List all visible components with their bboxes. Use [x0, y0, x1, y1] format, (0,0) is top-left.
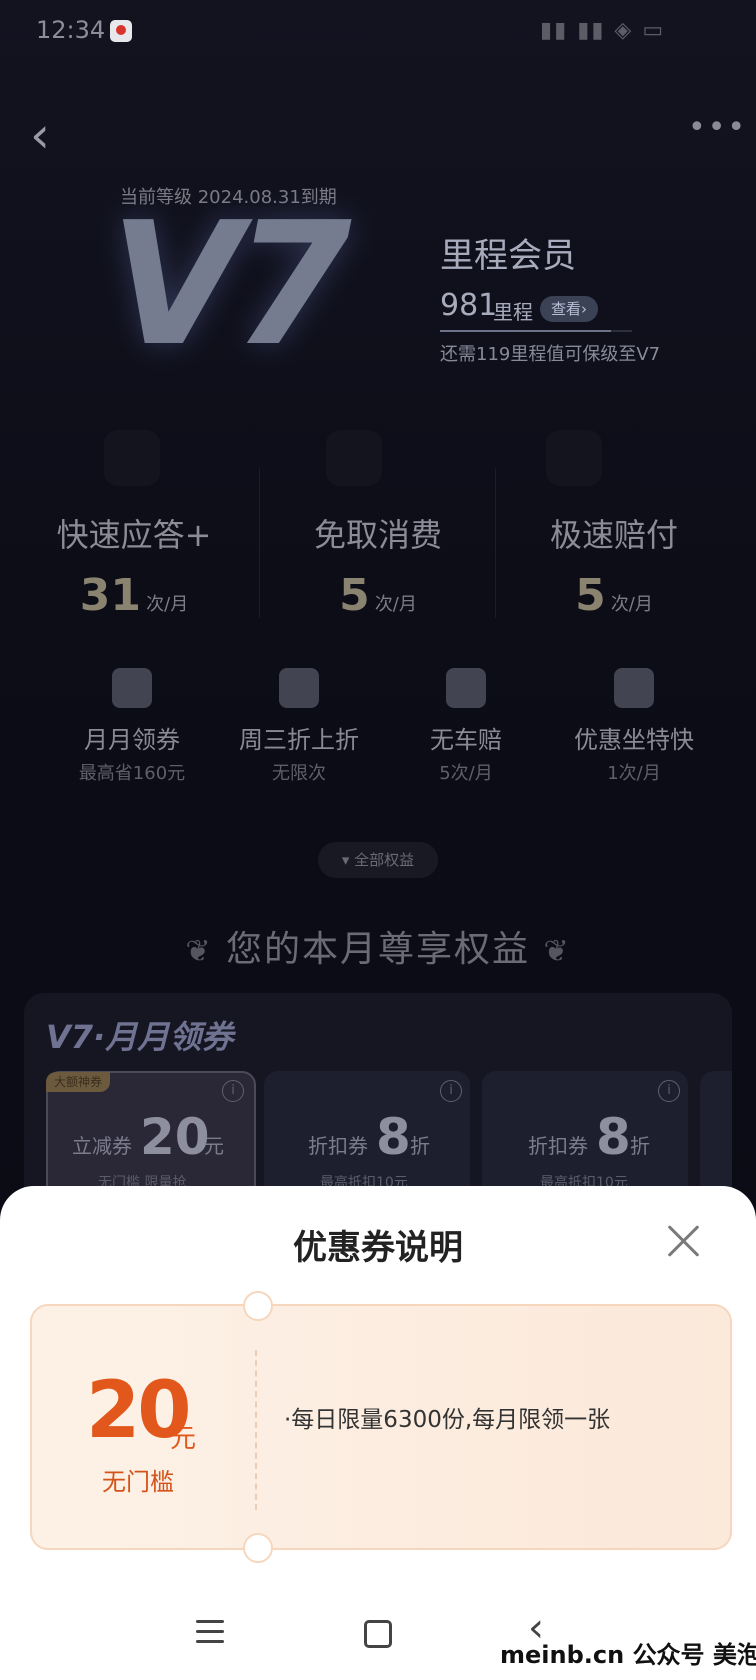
gift-icon — [112, 668, 152, 708]
member-name: 里程会员 — [440, 236, 576, 276]
perk-express-discount[interactable]: 优惠坐特快 1次/月 — [544, 668, 724, 785]
info-icon[interactable]: i — [440, 1080, 462, 1102]
ticket-notch-top — [243, 1291, 273, 1321]
laurel-left-icon: ❦ — [185, 934, 213, 969]
rocket-icon — [614, 668, 654, 708]
back-icon[interactable]: ‹ — [30, 110, 50, 160]
coupon-section-title: V7·月月领券 — [46, 1018, 234, 1056]
menu-icon[interactable] — [196, 1620, 224, 1644]
level-progress-fill — [440, 330, 611, 332]
perk-title: 优惠坐特快 — [574, 726, 694, 754]
home-icon[interactable] — [364, 1620, 392, 1648]
laurel-right-icon: ❦ — [543, 934, 571, 969]
coupon-unit: 折 — [630, 1134, 650, 1158]
watermark: meinb.cn 公众号 美泡君 — [500, 1641, 756, 1669]
coupon-amount-unit: 元 — [170, 1424, 197, 1454]
coupon-unit: 元 — [204, 1134, 224, 1158]
all-benefits-button[interactable]: ▾ 全部权益 — [318, 842, 438, 878]
info-icon[interactable]: i — [658, 1080, 680, 1102]
miles-count: 981 — [440, 288, 498, 323]
discount-tag-icon — [279, 668, 319, 708]
more-icon[interactable]: ••• — [688, 110, 747, 145]
status-time: 12:34 — [36, 16, 106, 44]
benefit-count: 31 — [79, 570, 142, 621]
perk-sub: 无限次 — [272, 763, 326, 784]
free-cancel-icon — [326, 430, 382, 486]
perk-title: 周三折上折 — [239, 726, 359, 754]
upgrade-hint: 还需119里程值可保级至V7 — [440, 344, 661, 365]
sheet-title: 优惠券说明 — [293, 1228, 463, 1268]
coupon-threshold: 无门槛 — [102, 1468, 174, 1496]
perk-title: 无车赔 — [430, 726, 502, 754]
benefit-unit: 次/月 — [146, 594, 189, 615]
benefit-title: 快速应答+ — [56, 516, 212, 554]
lightning-icon — [104, 430, 160, 486]
coupon-type: 折扣券 — [528, 1134, 588, 1158]
compensation-icon — [546, 430, 602, 486]
coupon-type: 立减券 — [72, 1134, 132, 1158]
ticket-notch-bottom — [243, 1533, 273, 1563]
miles-unit: 里程 — [493, 300, 533, 324]
coupon-value: 8 — [376, 1108, 411, 1166]
info-icon[interactable]: i — [222, 1080, 244, 1102]
coupon-value: 8 — [596, 1108, 631, 1166]
perk-no-car-compensation[interactable]: 无车赔 5次/月 — [376, 668, 556, 785]
benefit-count: 5 — [575, 570, 606, 621]
benefit-fast-response[interactable]: 快速应答+ 31 次/月 — [16, 510, 252, 621]
perk-sub: 5次/月 — [439, 763, 493, 784]
perk-monthly-coupons[interactable]: 月月领券 最高省160元 — [42, 668, 222, 785]
app-notification-icon — [110, 20, 132, 42]
perk-wednesday-discount[interactable]: 周三折上折 无限次 — [209, 668, 389, 785]
ticket-divider — [255, 1350, 257, 1510]
coupon-type: 折扣券 — [308, 1134, 368, 1158]
benefit-count: 5 — [339, 570, 370, 621]
clock-history-icon — [446, 668, 486, 708]
perk-sub: 最高省160元 — [78, 763, 186, 784]
close-icon[interactable] — [664, 1222, 702, 1260]
benefit-fast-compensation[interactable]: 极速赔付 5 次/月 — [496, 510, 732, 621]
benefit-free-cancel[interactable]: 免取消费 5 次/月 — [260, 510, 496, 621]
month-section-title-text: 您的本月尊享权益 — [225, 929, 530, 970]
view-miles-button[interactable]: 查看› — [540, 296, 598, 322]
benefit-unit: 次/月 — [374, 594, 417, 615]
benefit-title: 免取消费 — [313, 516, 442, 554]
benefit-unit: 次/月 — [610, 594, 653, 615]
benefit-title: 极速赔付 — [549, 516, 678, 554]
status-icons: ▮▮ ▮▮ ◈ ▭ — [540, 18, 666, 43]
perk-sub: 1次/月 — [607, 763, 661, 784]
month-section-title: ❦ 您的本月尊享权益 ❦ — [0, 920, 756, 972]
perk-title: 月月领券 — [84, 726, 180, 754]
coupon-rule: ·每日限量6300份,每月限领一张 — [284, 1407, 611, 1433]
coupon-unit: 折 — [410, 1134, 430, 1158]
level-badge: V7 — [110, 186, 352, 384]
coupon-value: 20 — [140, 1108, 210, 1166]
all-benefits-label: 全部权益 — [354, 851, 415, 869]
hot-coupon-badge: 大额神券 — [46, 1072, 110, 1092]
